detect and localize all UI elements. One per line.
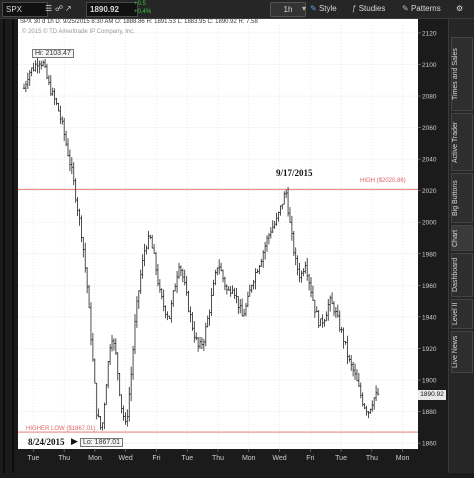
y-tick-label: 2080 (422, 94, 437, 101)
link-icon[interactable]: ☍ (55, 2, 63, 15)
symbol-input[interactable]: SPX (2, 2, 48, 17)
x-tick-label: Wed (272, 455, 286, 462)
symbol-value: SPX (6, 5, 23, 14)
annotation-low-date: 8/24/2015 (28, 437, 65, 447)
x-tick-label: Wed (119, 455, 133, 462)
change-value: +0.5 (134, 1, 146, 7)
x-tick-label: Mon (88, 455, 102, 462)
left-divider (3, 19, 5, 473)
y-tick-label: 2000 (422, 220, 437, 227)
x-tick-label: Fri (152, 455, 161, 462)
left-divider (12, 19, 14, 473)
low-line-label: HIGHER LOW ($1867.01) (26, 426, 96, 432)
patterns-label: Patterns (410, 4, 441, 13)
x-tick-label: Thu (58, 455, 70, 462)
y-tick-label: 2120 (422, 30, 437, 37)
timeframe-select[interactable]: 1h (270, 2, 306, 17)
time-axis[interactable]: Tue Thu Mon Wed Fri Tue Thu Mon Wed Fri Tue Thu Mon (18, 449, 418, 473)
x-tick-label: Tue (27, 455, 39, 462)
price-axis[interactable]: 1860 1880 1900 1920 1940 1960 1980 2000 2020 2040… (418, 19, 448, 473)
tab-live-news[interactable]: Live News (451, 331, 473, 373)
annotation-high-date: 9/17/2015 (276, 168, 313, 178)
y-tick-label: 1920 (422, 346, 437, 353)
patterns-button[interactable]: ✎ Patterns (402, 2, 441, 15)
watermark: © 2015 © TD Ameritrade IP Company, Inc. (22, 29, 135, 35)
x-tick-label: Mon (242, 455, 256, 462)
timeframe-value: 1h (283, 5, 293, 14)
tab-times-and-sales[interactable]: Times and Sales (451, 37, 473, 111)
y-tick-label: 2060 (422, 125, 437, 132)
x-tick-label: Fri (306, 455, 315, 462)
y-tick-label: 1940 (422, 314, 437, 321)
tab-active-trader[interactable]: Active Trader (451, 113, 473, 171)
current-price-tag: 1890.92 (418, 390, 446, 400)
y-tick-label: 1880 (422, 409, 437, 416)
high-line-label: HIGH ($2020.86) (360, 178, 406, 184)
x-tick-label: Thu (366, 455, 378, 462)
studies-icon: ƒ (352, 4, 357, 13)
right-sidebar: Times and Sales Active Trader Big Button… (448, 19, 474, 473)
y-tick-label: 1900 (422, 378, 437, 385)
tab-level-ii[interactable]: Level II (451, 299, 473, 329)
y-tick-label: 2020 (422, 188, 437, 195)
x-tick-label: Tue (181, 455, 193, 462)
brush-icon: ✎ (310, 4, 317, 13)
studies-button[interactable]: ƒ Studies (352, 2, 385, 15)
patterns-icon: ✎ (402, 4, 409, 13)
time-axis-ticks: Tue Thu Mon Wed Fri Tue Thu Mon Wed Fri Tue Thu Mon (27, 449, 410, 462)
chevron-down-icon[interactable]: ▾ (302, 2, 306, 15)
last-price: 1890.92 (86, 2, 138, 17)
y-tick-label: 1960 (422, 283, 437, 290)
menu-icon[interactable]: ☰ (45, 2, 52, 15)
period-label: SPX 30 d 1h (20, 19, 54, 25)
y-tick-label: 2100 (422, 62, 437, 69)
change-pct-value: +0.4% (134, 9, 152, 15)
style-button[interactable]: ✎ Style (310, 2, 337, 15)
chart-area[interactable]: SPX 30 d 1h D: 9/25/2015 8:30 AM O: 1888… (18, 19, 418, 461)
y-tick-label: 1980 (422, 251, 437, 258)
ohlc-values: D: 9/25/2015 8:30 AM O: 1888.86 H: 1891.… (55, 19, 258, 25)
settings-icon[interactable]: ⚙ (456, 2, 463, 15)
tab-big-buttons[interactable]: Big Buttons (451, 173, 473, 223)
style-label: Style (318, 4, 337, 13)
ohlc-readout: SPX 30 d 1h D: 9/25/2015 8:30 AM O: 1888… (20, 19, 416, 25)
change-block: +0.5 +0.4% (134, 1, 151, 17)
tab-chart[interactable]: Chart (451, 225, 473, 251)
share-icon[interactable]: ↗ (65, 2, 72, 15)
lo-label: Lo: 1867.01 (80, 438, 123, 447)
x-tick-label: Tue (335, 455, 347, 462)
arrow-right-icon: ▶ (71, 436, 78, 446)
tab-dashboard[interactable]: Dashboard (451, 253, 473, 297)
top-toolbar: SPX ☰ ☍ ↗ 1890.92 +0.5 +0.4% 1h ▾ ✎ Styl… (0, 0, 474, 19)
left-strip (0, 19, 18, 473)
hi-label: Hi: 2103.47 (32, 49, 74, 58)
price-chart[interactable] (18, 19, 418, 461)
studies-label: Studies (358, 4, 386, 13)
y-tick-label: 1860 (422, 441, 437, 448)
last-price-value: 1890.92 (90, 5, 119, 14)
y-tick-label: 2040 (422, 157, 437, 164)
x-tick-label: Mon (396, 455, 410, 462)
price-axis-ticks: 1860 1880 1900 1920 1940 1960 1980 2000 2020 2040… (418, 30, 437, 448)
x-tick-label: Thu (212, 455, 224, 462)
